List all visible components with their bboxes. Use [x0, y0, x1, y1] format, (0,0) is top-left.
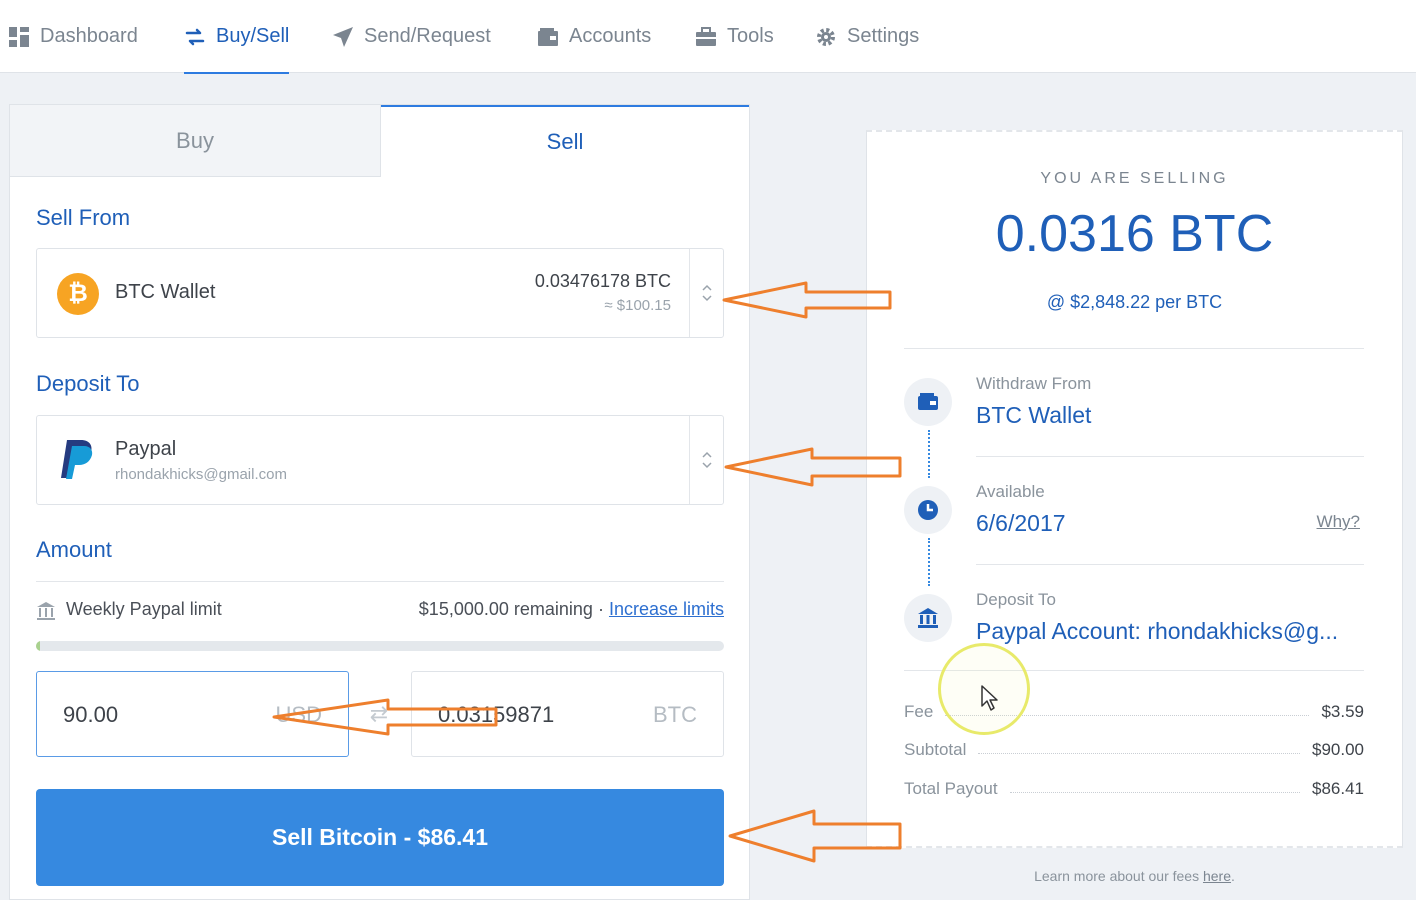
dotted-leader [1009, 792, 1300, 793]
step-divider [976, 456, 1364, 457]
you-are-selling-heading: YOU ARE SELLING [1040, 170, 1229, 187]
usd-amount-value: 90.00 [63, 702, 119, 727]
why-link[interactable]: Why? [1317, 512, 1360, 532]
subtotal-value: $90.00 [1312, 740, 1364, 759]
sell-from-balance-usd: ≈ $100.15 [604, 297, 671, 314]
bitcoin-icon: ₿ [57, 273, 99, 315]
bank-icon [37, 602, 55, 620]
bank-step-icon [904, 594, 952, 642]
timeline-connector [928, 538, 930, 586]
sell-from-select[interactable]: ₿ BTC Wallet 0.03476178 BTC ≈ $100.15 [36, 248, 724, 338]
nav-accounts-label: Accounts [569, 25, 652, 47]
deposit-method-name: Paypal [115, 438, 177, 460]
paypal-logo-icon [61, 440, 93, 479]
nav-settings-label: Settings [847, 25, 920, 47]
limit-separator: · [597, 599, 604, 619]
available-label: Available [976, 482, 1045, 501]
weekly-limit-row: Weekly Paypal limit $15,000.00 remaining… [36, 599, 724, 623]
mouse-pointer-icon [981, 685, 998, 711]
nav-dashboard-label: Dashboard [40, 25, 138, 47]
chevron-up-down-icon[interactable] [689, 249, 723, 337]
top-navigation: Dashboard Buy/Sell Send/Request Accounts… [0, 0, 1416, 74]
limit-remaining: $15,000.00 remaining [418, 599, 593, 619]
amount-label: Amount [36, 537, 112, 562]
deposit-to-summary-value: Paypal Account: rhondakhicks@g... [976, 618, 1339, 644]
fee-value: $3.59 [1321, 702, 1364, 721]
summary-divider [904, 348, 1364, 349]
total-payout-row: Total Payout $86.41 [904, 775, 1364, 799]
total-payout-value: $86.41 [1312, 779, 1364, 798]
limit-info: $15,000.00 remaining · Increase limits [419, 599, 724, 620]
nav-tools-label: Tools [727, 25, 774, 47]
annotation-arrow-icon [728, 809, 902, 863]
withdraw-from-label: Withdraw From [976, 374, 1092, 393]
sell-from-balance-btc: 0.03476178 BTC [534, 271, 671, 291]
deposit-email: rhondakhicks@gmail.com [115, 466, 287, 483]
clock-step-icon [904, 486, 952, 534]
gear-icon [817, 27, 835, 46]
increase-limits-link[interactable]: Increase limits [609, 599, 724, 619]
fees-footnote: Learn more about our fees here. [866, 868, 1403, 884]
limit-progress-fill [36, 641, 41, 651]
selling-amount: 0.0316 BTC [995, 205, 1274, 263]
footnote-end: . [1231, 868, 1235, 884]
annotation-arrow-icon [724, 447, 902, 487]
briefcase-icon [696, 26, 716, 46]
limit-progress-bar [36, 641, 724, 651]
subtotal-row: Subtotal $90.00 [904, 736, 1364, 760]
wallet-icon [538, 27, 558, 46]
wallet-icon [918, 393, 938, 410]
btc-unit: BTC [653, 702, 697, 727]
withdraw-from-value: BTC Wallet [976, 402, 1092, 428]
deposit-to-select[interactable]: Paypal rhondakhicks@gmail.com [36, 415, 724, 505]
clock-icon [918, 500, 938, 520]
nav-buy-sell[interactable]: Buy/Sell [184, 0, 290, 74]
step-divider [976, 564, 1364, 565]
wallet-step-icon [904, 378, 952, 426]
tab-buy[interactable]: Buy [10, 105, 381, 177]
annotation-arrow-icon [272, 698, 498, 736]
selling-rate: @ $2,848.22 per BTC [1046, 292, 1223, 312]
timeline-connector [928, 430, 930, 478]
nav-send-request[interactable]: Send/Request [332, 0, 491, 73]
tab-sell[interactable]: Sell [381, 105, 749, 177]
swap-arrows-icon [185, 28, 205, 45]
sell-from-label: Sell From [36, 205, 131, 230]
weekly-limit-label: Weekly Paypal limit [66, 599, 222, 619]
footnote-text: Learn more about our fees [1034, 868, 1203, 884]
dashboard-icon [9, 26, 29, 47]
sell-summary-panel: YOU ARE SELLING 0.0316 BTC @ $2,848.22 p… [866, 130, 1403, 848]
bank-icon [918, 608, 938, 628]
sell-from-wallet-name: BTC Wallet [115, 281, 216, 303]
fees-here-link[interactable]: here [1203, 868, 1231, 884]
chevron-up-down-icon[interactable] [689, 416, 723, 504]
nav-accounts[interactable]: Accounts [537, 0, 651, 73]
amount-divider [36, 581, 724, 582]
fee-label: Fee [904, 702, 934, 721]
available-value: 6/6/2017 [976, 510, 1066, 536]
subtotal-label: Subtotal [904, 740, 967, 759]
nav-buy-sell-label: Buy/Sell [216, 25, 290, 47]
deposit-to-label: Deposit To [36, 371, 140, 396]
nav-send-request-label: Send/Request [364, 25, 491, 47]
deposit-to-summary-label: Deposit To [976, 590, 1057, 609]
buy-sell-form: Buy Sell Sell From ₿ BTC Wallet 0.034761… [9, 104, 750, 900]
annotation-arrow-icon [722, 281, 892, 319]
sell-bitcoin-button[interactable]: Sell Bitcoin - $86.41 [36, 789, 724, 886]
paper-plane-icon [333, 26, 353, 47]
nav-settings[interactable]: Settings [815, 0, 919, 73]
total-payout-label: Total Payout [904, 779, 998, 798]
dotted-leader [978, 753, 1300, 754]
nav-tools[interactable]: Tools [695, 0, 774, 73]
nav-dashboard[interactable]: Dashboard [8, 0, 138, 73]
